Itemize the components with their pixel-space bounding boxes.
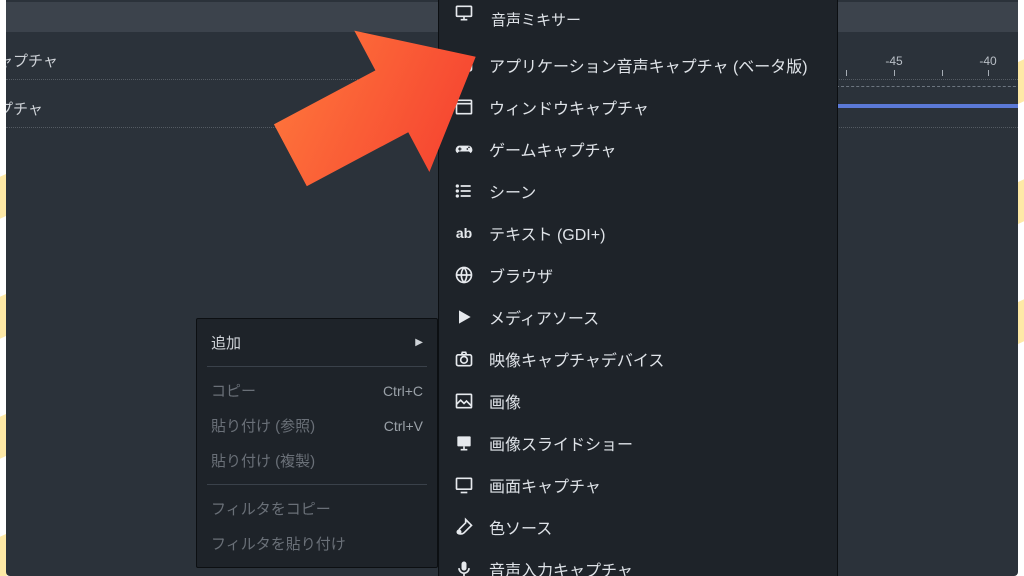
- ctx-paste-dup-label: 貼り付け (複製): [211, 450, 315, 471]
- mixer-tab-label: 音声ミキサー: [491, 9, 581, 30]
- audio-level-bar: [836, 104, 1018, 108]
- sub-media-label: メディアソース: [489, 305, 599, 329]
- obs-panel: ャプチャ プチャ -45 -40 追加 コピー Ctrl+C 貼り付け (参照)…: [6, 0, 1018, 576]
- text-icon: ab: [453, 222, 475, 244]
- ruler-tick-label: -45: [885, 54, 902, 68]
- brush-icon: [453, 516, 475, 538]
- ctx-filter-paste-label: フィルタを貼り付け: [211, 533, 346, 554]
- ctx-filter-copy: フィルタをコピー: [197, 491, 437, 526]
- gamepad-icon: [453, 138, 475, 160]
- sub-color[interactable]: 色ソース: [439, 506, 837, 548]
- ctx-filter-copy-label: フィルタをコピー: [211, 498, 331, 519]
- sub-game-capture[interactable]: ゲームキャプチャ: [439, 128, 837, 170]
- camera-icon: [453, 348, 475, 370]
- ctx-paste-dup: 貼り付け (複製): [197, 443, 437, 478]
- sub-display-capture-label: 画面キャプチャ: [489, 473, 601, 497]
- ctx-copy-shortcut: Ctrl+C: [383, 383, 423, 399]
- monitor-icon: [453, 2, 475, 24]
- sub-audio-input-label: 音声入力キャプチャ: [489, 557, 633, 576]
- ctx-paste-ref: 貼り付け (参照) Ctrl+V: [197, 408, 437, 443]
- globe-icon: [453, 264, 475, 286]
- sub-browser[interactable]: ブラウザ: [439, 254, 837, 296]
- sub-app-audio[interactable]: アプリケーション音声キャプチャ (ベータ版): [439, 44, 837, 86]
- sub-video-capture[interactable]: 映像キャプチャデバイス: [439, 338, 837, 380]
- context-menu: 追加 コピー Ctrl+C 貼り付け (参照) Ctrl+V 貼り付け (複製)…: [196, 318, 438, 568]
- image-icon: [453, 390, 475, 412]
- sub-window-capture[interactable]: ウィンドウキャプチャ: [439, 86, 837, 128]
- sub-video-capture-label: 映像キャプチャデバイス: [489, 347, 664, 371]
- sub-display-capture[interactable]: 画面キャプチャ: [439, 464, 837, 506]
- source-row-label: プチャ: [6, 101, 43, 118]
- sub-media[interactable]: メディアソース: [439, 296, 837, 338]
- sub-scene-label: シーン: [489, 179, 536, 203]
- mic-icon: [453, 558, 475, 576]
- sub-slideshow-label: 画像スライドショー: [489, 431, 633, 455]
- ctx-add-label: 追加: [211, 332, 241, 353]
- sub-text[interactable]: ab テキスト (GDI+): [439, 212, 837, 254]
- sub-window-capture-label: ウィンドウキャプチャ: [489, 95, 649, 119]
- ctx-paste-ref-label: 貼り付け (参照): [211, 415, 315, 436]
- sub-game-capture-label: ゲームキャプチャ: [489, 137, 616, 161]
- ctx-filter-paste: フィルタを貼り付け: [197, 526, 437, 561]
- ctx-copy: コピー Ctrl+C: [197, 373, 437, 408]
- slideshow-icon: [453, 432, 475, 454]
- app-audio-icon: [453, 54, 475, 76]
- window-icon: [453, 96, 475, 118]
- menu-separator: [207, 484, 427, 485]
- menu-separator: [207, 366, 427, 367]
- display-icon: [453, 474, 475, 496]
- add-source-submenu: 音声ミキサー アプリケーション音声キャプチャ (ベータ版) ウィンドウキャプチャ…: [438, 0, 838, 576]
- ruler-tick-label: -40: [979, 54, 996, 68]
- sub-image[interactable]: 画像: [439, 380, 837, 422]
- sub-audio-input[interactable]: 音声入力キャプチャ: [439, 548, 837, 576]
- ctx-copy-label: コピー: [211, 380, 256, 401]
- sub-image-label: 画像: [489, 389, 521, 413]
- sub-browser-label: ブラウザ: [489, 263, 553, 287]
- play-icon: [453, 306, 475, 328]
- list-icon: [453, 180, 475, 202]
- sub-app-audio-label: アプリケーション音声キャプチャ (ベータ版): [489, 53, 808, 77]
- sub-scene[interactable]: シーン: [439, 170, 837, 212]
- ctx-paste-ref-shortcut: Ctrl+V: [384, 418, 423, 434]
- source-row-label: ャプチャ: [6, 53, 58, 70]
- ctx-add[interactable]: 追加: [197, 325, 437, 360]
- audio-ruler: -45 -40: [836, 62, 1018, 122]
- sub-color-label: 色ソース: [489, 515, 552, 539]
- sub-slideshow[interactable]: 画像スライドショー: [439, 422, 837, 464]
- sub-text-label: テキスト (GDI+): [489, 221, 605, 245]
